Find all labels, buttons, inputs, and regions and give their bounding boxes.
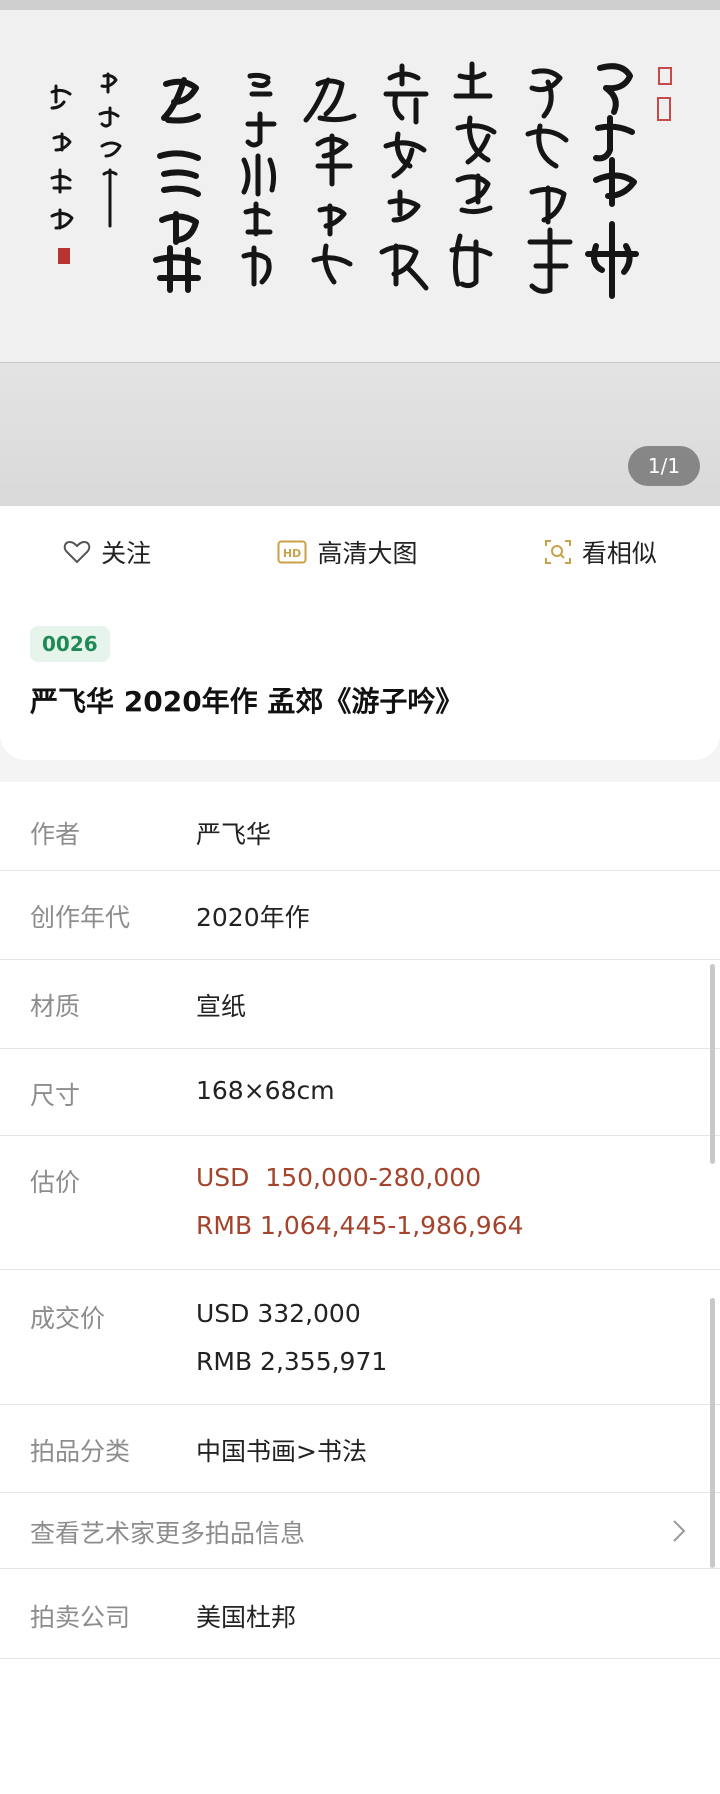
detail-row-material: 材质 宣纸 xyxy=(0,959,720,1049)
material-value: 宣纸 xyxy=(196,992,247,1021)
author-value: 严飞华 xyxy=(196,820,272,849)
estimate-rmb: RMB 1,064,445-1,986,964 xyxy=(196,1211,524,1240)
category-label: 拍品分类 xyxy=(30,1437,131,1466)
detail-row-estimate: 估价 USD 150,000-280,000 RMB 1,064,445-1,9… xyxy=(0,1135,720,1270)
more-artist-lots-label: 查看艺术家更多拍品信息 xyxy=(30,1519,306,1548)
calligraphy-artwork-image[interactable] xyxy=(0,10,720,363)
size-label: 尺寸 xyxy=(30,1081,81,1110)
calligraphy-illustration xyxy=(0,10,720,362)
hd-image-button[interactable]: HD 高清大图 xyxy=(277,534,418,570)
sold-price-usd: USD 332,000 xyxy=(196,1299,361,1328)
detail-row-size: 尺寸 168×68cm xyxy=(0,1048,720,1136)
gallery-top-edge xyxy=(0,0,720,10)
image-page-counter: 1/1 xyxy=(628,446,700,486)
view-similar-label: 看相似 xyxy=(581,539,657,568)
detail-row-category: 拍品分类 中国书画>书法 xyxy=(0,1404,720,1493)
detail-row-year: 创作年代 2020年作 xyxy=(0,870,720,960)
more-artist-lots-link[interactable]: 查看艺术家更多拍品信息 xyxy=(0,1492,720,1569)
follow-button[interactable]: 关注 xyxy=(63,534,151,570)
category-value: 中国书画>书法 xyxy=(196,1437,367,1466)
estimate-usd: USD 150,000-280,000 xyxy=(196,1163,482,1192)
size-value: 168×68cm xyxy=(196,1076,335,1105)
scrollbar-thumb[interactable] xyxy=(710,964,715,1164)
year-label: 创作年代 xyxy=(30,903,131,932)
year-value: 2020年作 xyxy=(196,903,310,932)
detail-row-sold-price: 成交价 USD 332,000 RMB 2,355,971 xyxy=(0,1269,720,1405)
auction-house-value: 美国杜邦 xyxy=(196,1603,297,1632)
view-similar-button[interactable]: 看相似 xyxy=(544,534,657,570)
material-label: 材质 xyxy=(30,992,81,1021)
hd-icon: HD xyxy=(277,540,307,564)
action-bar: 关注 HD 高清大图 看相似 xyxy=(0,506,720,599)
artwork-gallery[interactable]: 1/1 xyxy=(0,0,720,506)
lot-number-badge: 0026 xyxy=(30,626,110,662)
scrollbar-thumb-lower[interactable] xyxy=(710,1298,715,1568)
detail-row-auction-house: 拍卖公司 美国杜邦 xyxy=(0,1568,720,1659)
sold-price-rmb: RMB 2,355,971 xyxy=(196,1347,388,1376)
lot-details-list: 作者 严飞华 创作年代 2020年作 材质 宣纸 尺寸 168×68cm 估价 … xyxy=(0,782,720,1794)
hd-image-label: 高清大图 xyxy=(317,539,418,568)
scan-search-icon xyxy=(544,540,571,564)
author-label: 作者 xyxy=(30,820,81,849)
auction-house-label: 拍卖公司 xyxy=(30,1603,131,1632)
detail-row-author: 作者 严飞华 xyxy=(0,782,720,871)
heart-icon xyxy=(63,540,91,564)
lot-title-card: 0026 严飞华 2020年作 孟郊《游子吟》 xyxy=(0,598,720,760)
estimate-label: 估价 xyxy=(30,1168,81,1197)
lot-title: 严飞华 2020年作 孟郊《游子吟》 xyxy=(30,685,464,718)
chevron-right-icon xyxy=(673,1520,686,1542)
svg-text:HD: HD xyxy=(283,547,301,560)
sold-price-label: 成交价 xyxy=(30,1304,106,1333)
follow-label: 关注 xyxy=(101,539,152,568)
